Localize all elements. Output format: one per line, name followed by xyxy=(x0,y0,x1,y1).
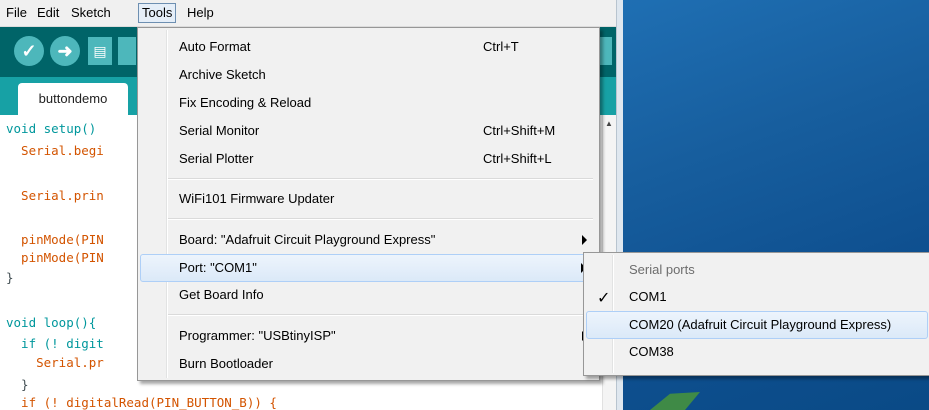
open-sketch-button[interactable] xyxy=(118,37,136,65)
menu-item-port[interactable]: Port: "COM1" xyxy=(140,254,595,282)
menu-item-label: WiFi101 Firmware Updater xyxy=(179,191,335,206)
check-icon: ✓ xyxy=(21,41,37,61)
port-item-label: COM20 (Adafruit Circuit Playground Expre… xyxy=(629,317,892,332)
menu-item-programmer[interactable]: Programmer: "USBtinyISP" xyxy=(140,323,595,349)
checkmark-icon: ✓ xyxy=(597,290,611,307)
code-line: } xyxy=(6,377,29,392)
menu-sketch[interactable]: Sketch xyxy=(68,4,114,22)
menu-item-label: Port: "COM1" xyxy=(179,260,257,275)
tab-buttondemo[interactable]: buttondemo xyxy=(18,83,128,115)
menu-item-burn-bootloader[interactable]: Burn Bootloader xyxy=(140,351,595,377)
menu-item-fix-encoding[interactable]: Fix Encoding & Reload xyxy=(140,90,595,116)
menu-item-wifi-updater[interactable]: WiFi101 Firmware Updater xyxy=(140,186,595,212)
menu-item-shortcut: Ctrl+Shift+L xyxy=(483,151,552,166)
menu-item-label: Fix Encoding & Reload xyxy=(179,95,312,110)
menu-tools[interactable]: Tools xyxy=(138,3,177,23)
menu-item-get-board-info[interactable]: Get Board Info xyxy=(140,282,595,308)
menu-help[interactable]: Help xyxy=(184,4,217,22)
code-line: Serial.prin xyxy=(6,188,104,203)
tools-menu: Auto Format Ctrl+T Archive Sketch Fix En… xyxy=(137,27,600,381)
port-item-com20[interactable]: COM20 (Adafruit Circuit Playground Expre… xyxy=(586,311,928,339)
upload-button[interactable]: ➜ xyxy=(50,36,80,66)
code-line: void loop(){ xyxy=(6,315,97,330)
menu-item-label: Serial Monitor xyxy=(179,123,260,138)
menu-item-shortcut: Ctrl+T xyxy=(483,39,519,54)
scroll-up-icon[interactable]: ▲ xyxy=(605,119,613,128)
document-icon: ▤ xyxy=(93,43,107,59)
code-line: if (! digitalRead(PIN_BUTTON_B)) { xyxy=(6,395,277,410)
menu-separator xyxy=(168,178,593,180)
menu-file[interactable]: File xyxy=(3,4,30,22)
submenu-arrow-icon xyxy=(582,235,587,245)
menu-item-label: Programmer: "USBtinyISP" xyxy=(179,328,336,343)
menu-separator xyxy=(168,314,593,316)
menu-item-label: Serial Plotter xyxy=(179,151,254,166)
port-item-label: COM1 xyxy=(629,289,667,304)
menu-item-shortcut: Ctrl+Shift+M xyxy=(483,123,556,138)
menu-item-label: Archive Sketch xyxy=(179,67,266,82)
code-line: Serial.pr xyxy=(6,355,104,370)
port-header: Serial ports xyxy=(586,257,928,283)
code-line: pinMode(PIN xyxy=(6,232,104,247)
port-item-com1[interactable]: ✓ COM1 xyxy=(586,284,928,310)
verify-button[interactable]: ✓ xyxy=(14,36,44,66)
code-line: } xyxy=(6,270,14,285)
menu-item-label: Board: "Adafruit Circuit Playground Expr… xyxy=(179,232,436,247)
arrow-right-icon: ➜ xyxy=(57,41,73,61)
code-line: pinMode(PIN xyxy=(6,250,104,265)
menu-item-label: Burn Bootloader xyxy=(179,356,273,371)
menu-item-serial-monitor[interactable]: Serial Monitor Ctrl+Shift+M xyxy=(140,118,595,144)
menu-item-label: Auto Format xyxy=(179,39,251,54)
menu-item-serial-plotter[interactable]: Serial Plotter Ctrl+Shift+L xyxy=(140,146,595,172)
menubar: File Edit Sketch Tools Help xyxy=(0,0,616,27)
port-submenu: Serial ports ✓ COM1 COM20 (Adafruit Circ… xyxy=(583,252,929,376)
port-item-label: COM38 xyxy=(629,344,674,359)
menu-item-archive-sketch[interactable]: Archive Sketch xyxy=(140,62,595,88)
menu-item-label: Get Board Info xyxy=(179,287,264,302)
menu-edit[interactable]: Edit xyxy=(34,4,62,22)
code-line: void setup() xyxy=(6,121,97,136)
new-sketch-button[interactable]: ▤ xyxy=(88,37,112,65)
port-item-com38[interactable]: COM38 xyxy=(586,339,928,365)
code-line: if (! digit xyxy=(6,336,104,351)
menu-separator xyxy=(168,218,593,220)
code-line: Serial.begi xyxy=(6,143,104,158)
port-header-label: Serial ports xyxy=(629,262,695,277)
menu-item-auto-format[interactable]: Auto Format Ctrl+T xyxy=(140,34,595,60)
menu-item-board[interactable]: Board: "Adafruit Circuit Playground Expr… xyxy=(140,227,595,253)
